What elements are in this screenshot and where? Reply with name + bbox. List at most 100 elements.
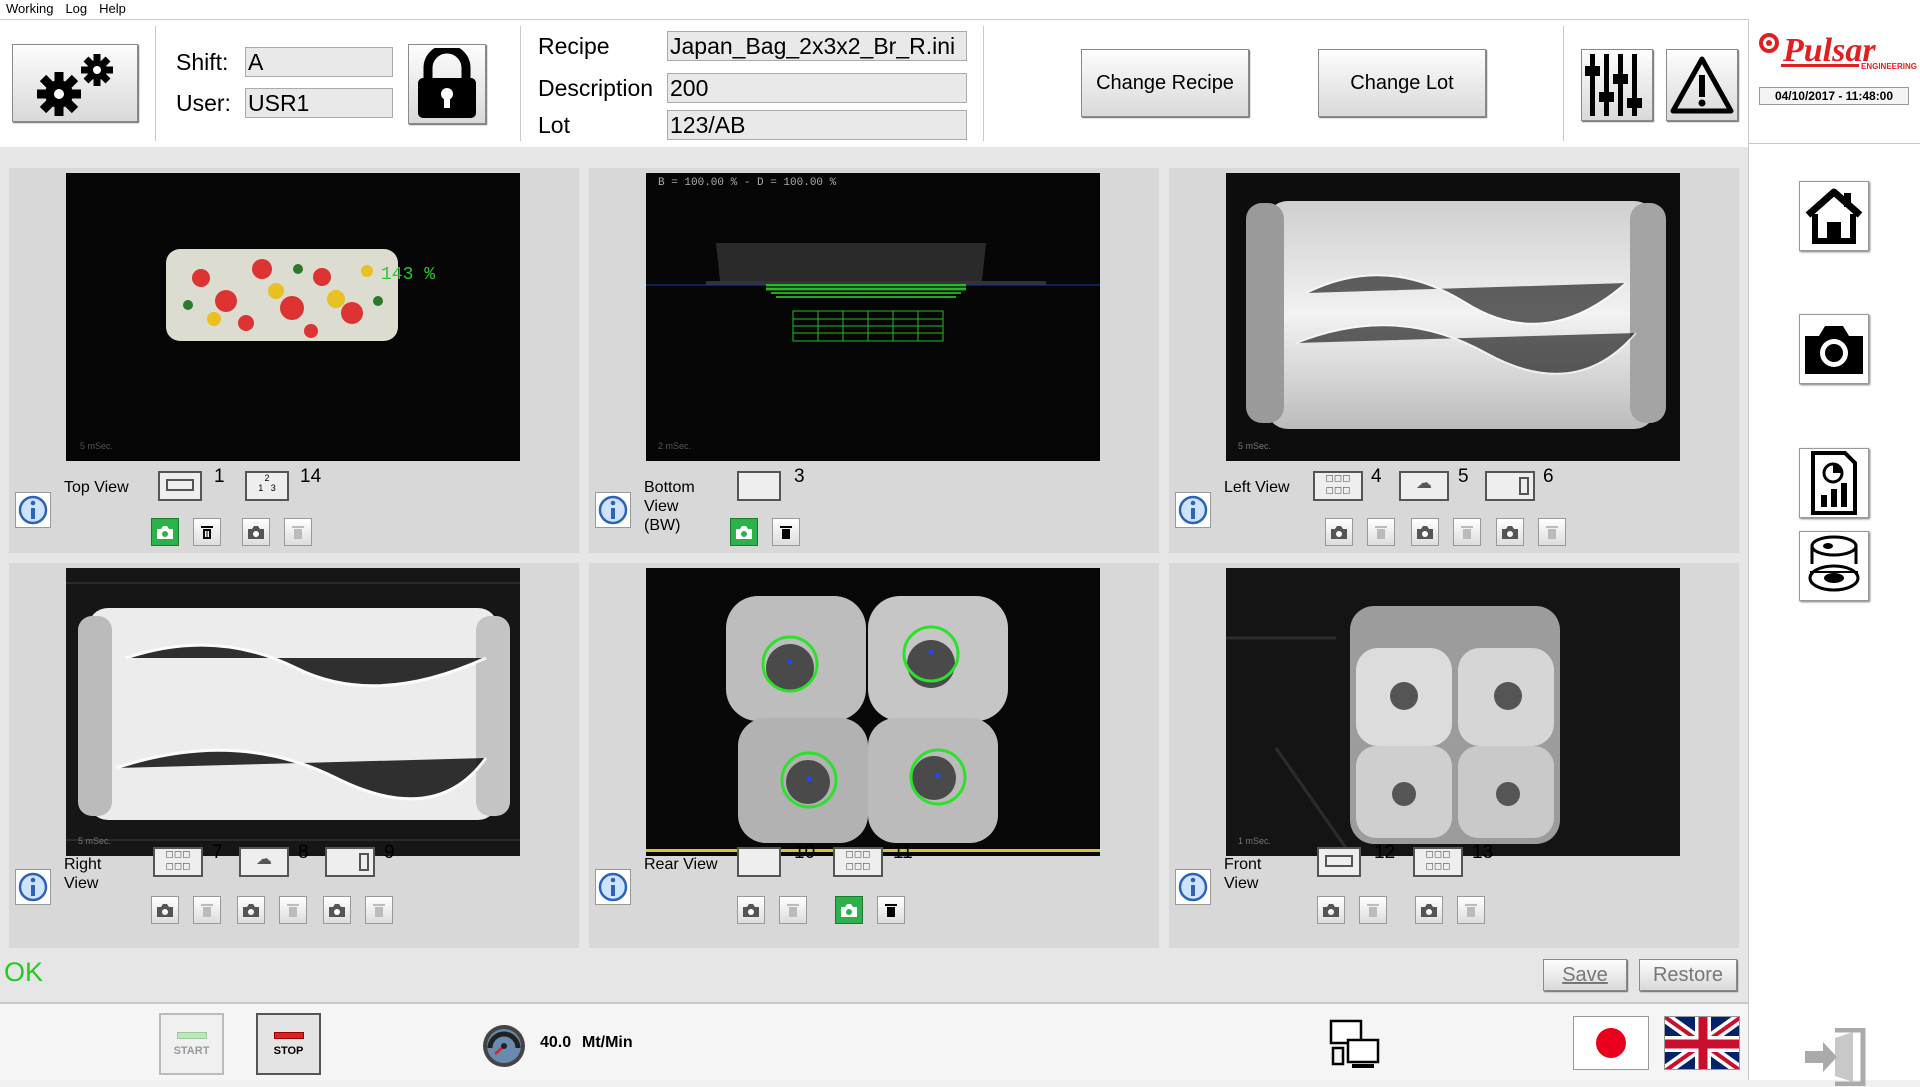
delete-button[interactable]	[279, 896, 307, 924]
header-divider	[520, 26, 521, 141]
lock-icon	[418, 48, 476, 118]
trash-icon	[787, 904, 799, 917]
snapshot-button[interactable]	[1415, 896, 1443, 924]
camera-icon	[1421, 903, 1437, 917]
tool-number: 3	[794, 466, 805, 487]
camera-name: Bottom View (BW)	[644, 479, 695, 534]
info-button[interactable]	[15, 492, 51, 528]
camera-icon	[841, 903, 857, 917]
header-divider	[983, 26, 984, 141]
delete-button[interactable]	[1538, 518, 1566, 546]
tool-symbol[interactable]: 21 3	[245, 471, 289, 501]
trash-icon	[1375, 526, 1387, 539]
info-button[interactable]	[15, 869, 51, 905]
tool-symbol[interactable]	[1317, 847, 1361, 877]
tool-symbol[interactable]	[158, 471, 202, 501]
delete-button[interactable]	[877, 896, 905, 924]
speed-unit: Mt/Min	[582, 1034, 633, 1051]
delete-button[interactable]	[779, 896, 807, 924]
trash-icon	[1367, 904, 1379, 917]
camera-image-rear[interactable]	[646, 568, 1100, 856]
snapshot-button[interactable]	[242, 518, 270, 546]
settings-button[interactable]	[12, 44, 138, 122]
start-button[interactable]: START	[159, 1013, 224, 1075]
trash-icon	[1546, 526, 1558, 539]
snapshot-button[interactable]	[737, 896, 765, 924]
alarm-button[interactable]	[1666, 49, 1738, 121]
tool-number: 7	[212, 842, 223, 863]
save-button[interactable]: Save	[1543, 959, 1627, 991]
menu-working[interactable]: Working	[0, 0, 59, 16]
snapshot-button[interactable]	[1496, 518, 1524, 546]
shift-label: Shift:	[176, 49, 229, 75]
language-japan-flag[interactable]	[1573, 1016, 1649, 1070]
snapshot-button[interactable]	[730, 518, 758, 546]
status-text: OK	[4, 957, 44, 987]
snapshot-button[interactable]	[323, 896, 351, 924]
snapshot-button[interactable]	[1411, 518, 1439, 546]
menu-help[interactable]: Help	[93, 0, 132, 16]
product-button[interactable]	[1799, 531, 1869, 601]
camera-image-left[interactable]: 5 mSec.	[1226, 173, 1680, 461]
change-lot-button[interactable]: Change Lot	[1318, 49, 1486, 117]
snapshot-button[interactable]	[151, 896, 179, 924]
tool-number: 14	[300, 466, 322, 487]
delete-button[interactable]	[1359, 896, 1387, 924]
camera-name: Left View	[1224, 479, 1290, 496]
lock-button[interactable]	[408, 44, 486, 124]
restore-button[interactable]: Restore	[1639, 959, 1737, 991]
snapshot-button[interactable]	[151, 518, 179, 546]
snapshot-button[interactable]	[1799, 314, 1869, 384]
tool-symbol[interactable]: ◻◻◻ ◻◻◻	[833, 847, 883, 877]
tool-symbol[interactable]: ☁	[239, 847, 289, 877]
camera-panel-front: 1 mSec. Front View 12 ◻◻◻ ◻◻◻ 13	[1169, 563, 1739, 948]
camera-icon	[1323, 903, 1339, 917]
snapshot-button[interactable]	[237, 896, 265, 924]
tool-symbol[interactable]	[737, 847, 781, 877]
tool-symbol[interactable]: ◻◻◻ ◻◻◻	[1413, 847, 1463, 877]
stop-label: STOP	[273, 1044, 304, 1057]
stop-indicator	[273, 1031, 304, 1039]
adjust-button[interactable]	[1581, 49, 1653, 121]
delete-button[interactable]	[193, 896, 221, 924]
exit-button[interactable]	[1799, 1027, 1869, 1087]
delete-button[interactable]	[193, 518, 221, 546]
stop-button[interactable]: STOP	[256, 1013, 321, 1075]
info-button[interactable]	[1175, 492, 1211, 528]
uk-flag-icon	[1665, 1017, 1739, 1069]
menu-log[interactable]: Log	[59, 0, 93, 16]
exit-icon	[1805, 1028, 1866, 1086]
delete-button[interactable]	[284, 518, 312, 546]
delete-button[interactable]	[365, 896, 393, 924]
menu-bar: Working Log Help	[0, 0, 1920, 19]
network-button[interactable]	[1326, 1016, 1384, 1074]
delete-button[interactable]	[1367, 518, 1395, 546]
language-uk-flag[interactable]	[1664, 1016, 1740, 1070]
camera-image-top[interactable]: 143 % 5 mSec.	[66, 173, 520, 461]
trash-icon	[885, 904, 897, 917]
info-button[interactable]	[1175, 869, 1211, 905]
camera-image-bottom[interactable]: B = 100.00 % - D = 100.00 % 2 mSec.	[646, 173, 1100, 461]
delete-button[interactable]	[1453, 518, 1481, 546]
tool-symbol[interactable]	[737, 471, 781, 501]
info-button[interactable]	[595, 492, 631, 528]
info-button[interactable]	[595, 869, 631, 905]
snapshot-button[interactable]	[1325, 518, 1353, 546]
home-button[interactable]	[1799, 181, 1869, 251]
recipe-label: Recipe	[538, 33, 610, 59]
snapshot-button[interactable]	[835, 896, 863, 924]
change-recipe-button[interactable]: Change Recipe	[1081, 49, 1249, 117]
delete-button[interactable]	[772, 518, 800, 546]
camera-icon	[1805, 326, 1863, 374]
camera-image-right[interactable]: 5 mSec.	[66, 568, 520, 856]
tool-symbol[interactable]	[1485, 471, 1535, 501]
tool-symbol[interactable]: ◻◻◻ ◻◻◻	[153, 847, 203, 877]
camera-image-front[interactable]: 1 mSec.	[1226, 568, 1680, 856]
statistics-button[interactable]	[1799, 448, 1869, 518]
tool-symbol[interactable]	[325, 847, 375, 877]
brand-logo: Pulsar ENGINEERING	[1759, 27, 1920, 75]
snapshot-button[interactable]	[1317, 896, 1345, 924]
tool-symbol[interactable]: ◻◻◻ ◻◻◻	[1313, 471, 1363, 501]
delete-button[interactable]	[1457, 896, 1485, 924]
tool-symbol[interactable]: ☁	[1399, 471, 1449, 501]
